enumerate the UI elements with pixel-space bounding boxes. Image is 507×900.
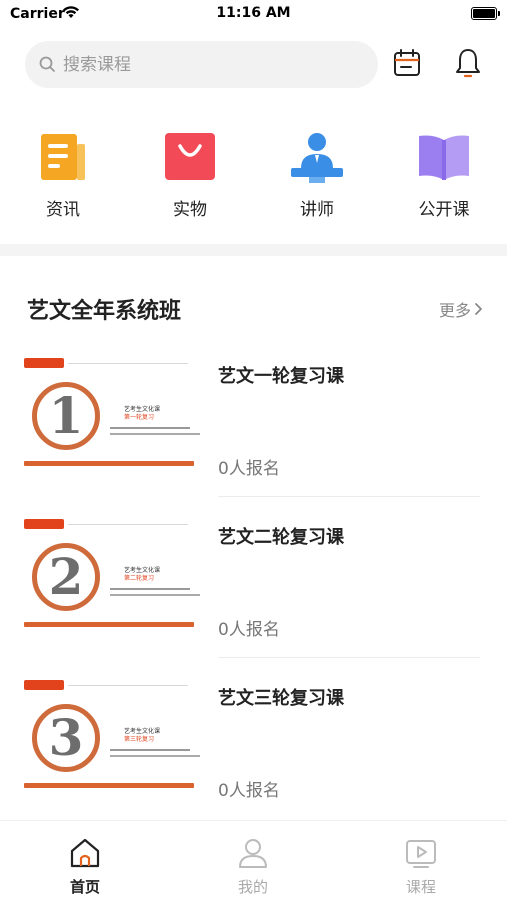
lecturer-icon <box>291 133 343 183</box>
tab-label: 课程 <box>405 878 436 896</box>
category-goods[interactable]: 实物 <box>135 130 245 220</box>
home-icon <box>70 838 100 868</box>
category-label: 实物 <box>173 200 207 220</box>
category-label: 讲师 <box>300 200 334 220</box>
calendar-icon[interactable] <box>392 47 422 79</box>
category-label: 资讯 <box>46 200 80 220</box>
thumbnail-number: 2 <box>48 547 84 606</box>
section-divider <box>0 244 507 256</box>
battery-icon <box>471 7 500 20</box>
course-title: 艺文一轮复习课 <box>218 366 344 387</box>
search-icon <box>39 56 55 72</box>
tab-courses[interactable]: 课程 <box>361 837 481 897</box>
course-thumbnail: 3 艺考生文化课 第三轮复习 <box>24 677 200 792</box>
course-thumbnail: 1 艺考生文化课 第一轮复习 <box>24 355 200 470</box>
section-title: 艺文全年系统班 <box>27 299 182 324</box>
tab-bar: 首页 我的 课程 <box>0 820 507 900</box>
course-title: 艺文三轮复习课 <box>218 688 344 709</box>
shopping-bag-icon <box>165 133 215 180</box>
enroll-count: 0人报名 <box>218 459 280 479</box>
tab-mine[interactable]: 我的 <box>193 837 313 897</box>
more-label: 更多 <box>438 301 471 320</box>
course-item[interactable]: 3 艺考生文化课 第三轮复习 艺文三轮复习课 0人报名 <box>0 677 507 807</box>
enroll-count: 0人报名 <box>218 620 280 640</box>
row-divider <box>218 496 480 497</box>
thumbnail-subtitle: 第一轮复习 <box>124 414 155 421</box>
course-play-icon <box>406 840 436 868</box>
bell-icon[interactable] <box>453 47 483 79</box>
tab-label: 首页 <box>69 878 100 896</box>
news-icon <box>41 134 85 180</box>
search-input[interactable] <box>63 41 363 88</box>
row-divider <box>218 657 480 658</box>
tab-home[interactable]: 首页 <box>25 837 145 897</box>
tab-label: 我的 <box>237 878 268 896</box>
thumbnail-number: 3 <box>48 708 84 767</box>
category-row: 资讯 实物 讲师 公开课 <box>0 130 507 230</box>
chevron-right-icon <box>475 303 482 315</box>
category-label: 公开课 <box>418 200 470 220</box>
thumbnail-subtitle: 第二轮复习 <box>124 575 155 582</box>
more-link[interactable]: 更多 <box>439 297 483 321</box>
thumbnail-number: 1 <box>48 386 84 445</box>
clock: 11:16 AM <box>216 5 291 21</box>
category-news[interactable]: 资讯 <box>8 130 118 220</box>
enroll-count: 0人报名 <box>218 781 280 801</box>
course-thumbnail: 2 艺考生文化课 第二轮复习 <box>24 516 200 631</box>
course-item[interactable]: 2 艺考生文化课 第二轮复习 艺文二轮复习课 0人报名 <box>0 516 507 658</box>
course-title: 艺文二轮复习课 <box>218 527 344 548</box>
search-bar[interactable] <box>25 41 378 88</box>
profile-icon <box>239 839 267 868</box>
open-book-icon <box>419 135 469 180</box>
status-bar: Carrier 11:16 AM <box>0 0 507 30</box>
course-item[interactable]: 1 艺考生文化课 第一轮复习 艺文一轮复习课 0人报名 <box>0 355 507 497</box>
category-open-class[interactable]: 公开课 <box>389 130 499 220</box>
category-lecturer[interactable]: 讲师 <box>262 130 372 220</box>
thumbnail-subtitle: 第三轮复习 <box>124 736 155 743</box>
